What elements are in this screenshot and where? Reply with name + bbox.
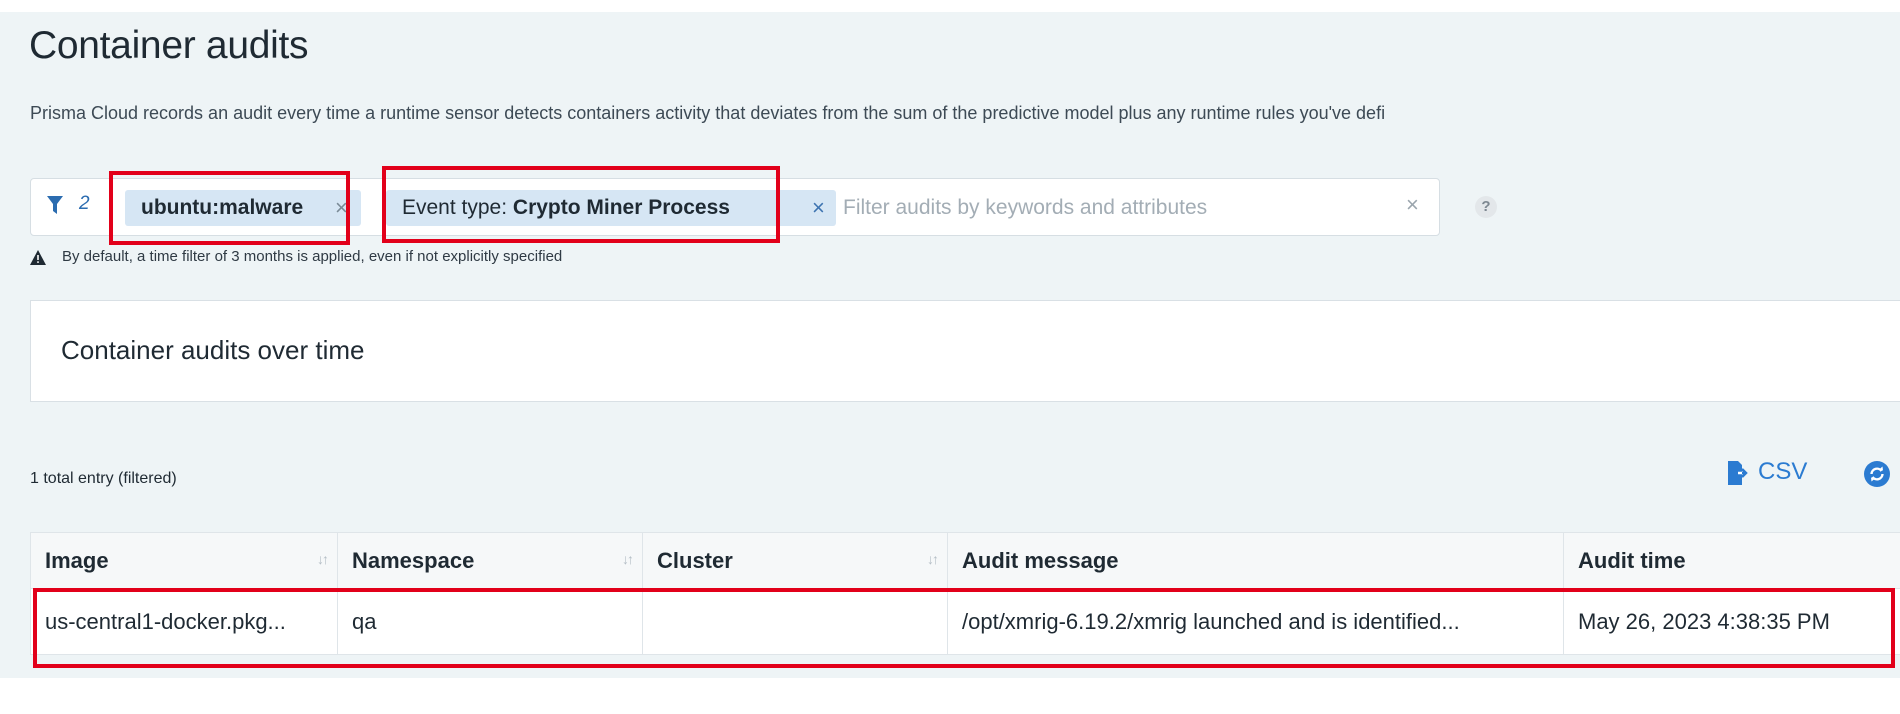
column-label: Audit message	[962, 547, 1119, 573]
cell-cluster	[642, 588, 948, 655]
clear-filter-icon[interactable]: ×	[1406, 192, 1419, 218]
close-icon[interactable]: ×	[335, 190, 348, 226]
column-header-image[interactable]: Image ↓↑	[30, 532, 338, 589]
chip-label: ubuntu:malware	[141, 196, 304, 219]
cell-audit-time: May 26, 2023 4:38:35 PM	[1563, 588, 1900, 655]
help-icon[interactable]: ?	[1475, 196, 1497, 218]
cell-image: us-central1-docker.pkg...	[30, 588, 338, 655]
chart-card-title: Container audits over time	[61, 335, 365, 365]
refresh-icon[interactable]	[1864, 461, 1890, 487]
close-icon[interactable]: ×	[812, 190, 825, 226]
cell-namespace: qa	[337, 588, 643, 655]
filter-count: 2	[79, 193, 90, 214]
page-title: Container audits	[29, 24, 309, 67]
filter-chip-event-type[interactable]: Event type: Crypto Miner Process ×	[386, 190, 836, 226]
column-header-namespace[interactable]: Namespace ↓↑	[337, 532, 643, 589]
csv-export-button[interactable]: CSV	[1728, 458, 1807, 486]
warning-icon	[30, 249, 46, 265]
time-filter-note: By default, a time filter of 3 months is…	[30, 248, 562, 265]
page-description: Prisma Cloud records an audit every time…	[30, 103, 1386, 123]
audits-chart-card[interactable]: Container audits over time	[30, 300, 1900, 402]
filter-icon[interactable]	[47, 194, 63, 216]
entry-count: 1 total entry (filtered)	[30, 470, 177, 487]
column-header-cluster[interactable]: Cluster ↓↑	[642, 532, 948, 589]
column-header-audit-message[interactable]: Audit message	[947, 532, 1564, 589]
table-header-row: Image ↓↑ Namespace ↓↑ Cluster ↓↑ Audit mess…	[30, 532, 1900, 589]
column-label: Cluster	[657, 547, 733, 573]
csv-label: CSV	[1758, 458, 1808, 485]
audits-table: Image ↓↑ Namespace ↓↑ Cluster ↓↑ Audit mess…	[30, 532, 1900, 655]
sort-icon[interactable]: ↓↑	[622, 551, 634, 567]
sort-icon[interactable]: ↓↑	[927, 551, 939, 567]
column-label: Namespace	[352, 547, 475, 573]
column-label: Audit time	[1578, 547, 1686, 573]
csv-export-icon	[1728, 460, 1748, 485]
filter-bar[interactable]: 2 ubuntu:malware × Event type: Crypto Mi…	[30, 178, 1440, 236]
search-input[interactable]	[841, 189, 1365, 227]
time-filter-note-text: By default, a time filter of 3 months is…	[62, 248, 563, 265]
column-label: Image	[45, 547, 109, 573]
chip-prefix: Event type:	[402, 196, 513, 219]
chip-value: Crypto Miner Process	[512, 196, 730, 219]
filter-chip-image[interactable]: ubuntu:malware ×	[125, 190, 361, 226]
table-row[interactable]: us-central1-docker.pkg... qa /opt/xmrig-…	[30, 588, 1900, 655]
column-header-audit-time[interactable]: Audit time	[1563, 532, 1900, 589]
sort-icon[interactable]: ↓↑	[317, 551, 329, 567]
cell-audit-message: /opt/xmrig-6.19.2/xmrig launched and is …	[947, 588, 1564, 655]
